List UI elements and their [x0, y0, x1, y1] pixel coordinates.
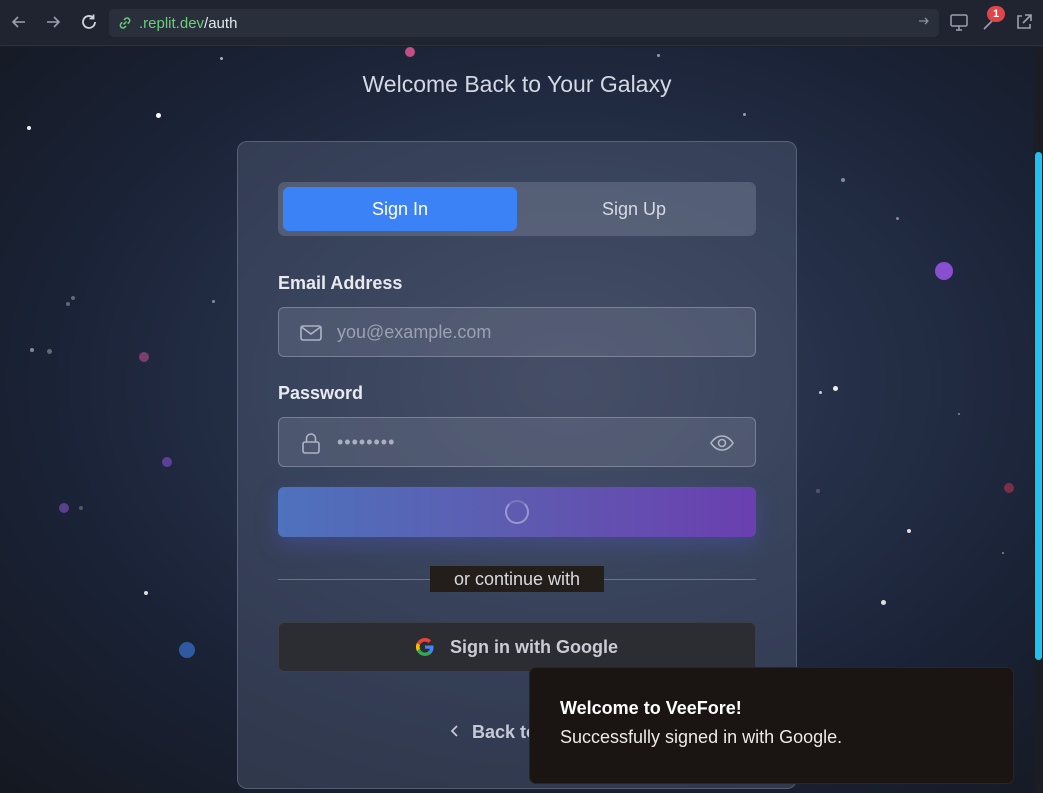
url-path: /auth — [204, 14, 238, 32]
link-icon — [119, 17, 131, 29]
star — [1004, 483, 1014, 493]
star — [79, 506, 83, 510]
star — [162, 457, 172, 467]
star — [71, 296, 75, 300]
star — [907, 529, 911, 533]
reload-icon[interactable] — [78, 11, 100, 33]
toast-notification: Welcome to VeeFore! Successfully signed … — [529, 667, 1014, 784]
star — [59, 503, 69, 513]
email-field-wrapper — [278, 307, 756, 357]
star — [144, 591, 148, 595]
star — [405, 47, 415, 57]
star — [819, 391, 822, 394]
star — [743, 113, 746, 116]
email-label: Email Address — [278, 273, 403, 293]
google-button-label: Sign in with Google — [450, 636, 618, 657]
password-label: Password — [278, 383, 364, 403]
forward-arrow-icon[interactable] — [42, 11, 64, 33]
email-input[interactable] — [337, 308, 697, 356]
star — [139, 352, 149, 362]
back-link[interactable]: Back to — [450, 722, 537, 743]
divider-text: or continue with — [430, 566, 604, 592]
google-icon — [416, 638, 434, 656]
notification-badge: 1 — [987, 6, 1005, 22]
tab-sign-in[interactable]: Sign In — [283, 187, 517, 231]
google-sign-in-button[interactable]: Sign in with Google — [278, 622, 756, 672]
star — [657, 54, 660, 57]
star — [47, 349, 52, 354]
star — [220, 57, 223, 60]
toast-title: Welcome to VeeFore! — [560, 698, 742, 718]
star — [179, 642, 195, 658]
show-password-eye-icon[interactable] — [709, 431, 735, 455]
star — [833, 386, 838, 391]
go-arrow-icon[interactable] — [917, 14, 931, 31]
browser-toolbar: .replit.dev/auth 1 — [0, 0, 1043, 46]
page-subtitle: Welcome Back to Your Galaxy — [362, 71, 672, 97]
star — [935, 262, 953, 280]
star — [30, 348, 34, 352]
star — [896, 217, 899, 220]
star — [881, 600, 886, 605]
auth-tabs: Sign In Sign Up — [278, 182, 756, 236]
star — [816, 489, 820, 493]
star — [841, 178, 845, 182]
lock-icon — [302, 433, 320, 454]
scrollbar-thumb[interactable] — [1035, 152, 1042, 660]
url-host: .replit.dev — [139, 14, 205, 32]
external-link-icon[interactable] — [1013, 11, 1035, 33]
mail-icon — [300, 325, 322, 341]
chevron-left-icon — [450, 722, 460, 743]
monitor-icon[interactable] — [948, 11, 970, 33]
url-bar[interactable]: .replit.dev/auth — [109, 9, 939, 37]
star — [27, 126, 31, 130]
star — [1002, 552, 1004, 554]
password-field-wrapper — [278, 417, 756, 467]
loading-spinner-icon — [505, 500, 529, 524]
back-arrow-icon[interactable] — [8, 11, 30, 33]
sign-in-submit-button[interactable] — [278, 487, 756, 537]
tab-sign-up[interactable]: Sign Up — [517, 187, 751, 231]
back-link-label: Back to — [472, 722, 538, 742]
star — [958, 413, 960, 415]
toast-message: Successfully signed in with Google. — [560, 727, 843, 747]
password-input[interactable] — [337, 418, 697, 466]
star — [156, 113, 161, 118]
star — [212, 300, 215, 303]
star — [66, 302, 70, 306]
